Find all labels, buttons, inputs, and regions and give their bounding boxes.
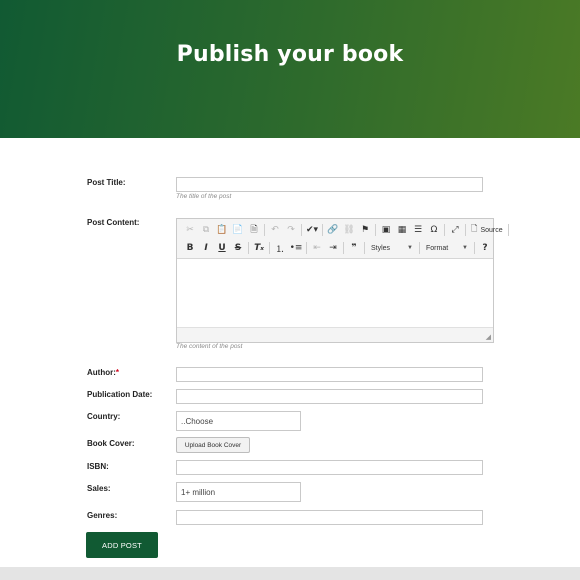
spellcheck-icon[interactable]: ✔▾ (304, 222, 320, 238)
author-label-text: Author: (87, 368, 116, 377)
page-title: Publish your book (176, 42, 404, 67)
toolbar-separator (301, 224, 302, 236)
post-content-label: Post Content: (87, 218, 140, 227)
image-icon[interactable]: ▣ (378, 222, 394, 238)
horizontal-line-icon[interactable]: ☰ (410, 222, 426, 238)
blockquote-icon[interactable]: ❞ (346, 240, 362, 256)
format-label: Format (426, 244, 449, 252)
anchor-flag-icon[interactable]: ⚑ (357, 222, 373, 238)
country-select[interactable]: ..Choose (176, 411, 301, 431)
toolbar-separator (264, 224, 265, 236)
genres-label: Genres: (87, 511, 118, 520)
toolbar-row-1: ✂ ⧉ 📋 📄 🗎 ↶ ↷ ✔▾ 🔗 ⛓ ⚑ ▣ ▦ ☰ Ω ⤢ 🗋 Sourc… (182, 222, 511, 238)
source-label: Source (480, 226, 503, 234)
author-label: Author:* (87, 368, 119, 377)
sales-select[interactable]: 1+ million (176, 482, 301, 502)
source-icon: 🗋 (471, 224, 478, 233)
paste-icon[interactable]: 📋 (214, 222, 230, 238)
upload-book-cover-button[interactable]: Upload Book Cover (176, 437, 250, 453)
chevron-down-icon: ▼ (407, 245, 413, 251)
cut-icon[interactable]: ✂ (182, 222, 198, 238)
genres-input[interactable] (176, 510, 483, 525)
rich-text-editor: ✂ ⧉ 📋 📄 🗎 ↶ ↷ ✔▾ 🔗 ⛓ ⚑ ▣ ▦ ☰ Ω ⤢ 🗋 Sourc… (176, 218, 509, 343)
maximize-icon[interactable]: ⤢ (447, 222, 463, 238)
format-dropdown[interactable]: Format ▼ (422, 241, 472, 255)
bulleted-list-icon[interactable]: •≡ (288, 240, 304, 256)
toolbar-separator (322, 224, 323, 236)
toolbar-separator (474, 242, 475, 254)
paste-text-icon[interactable]: 📄 (230, 222, 246, 238)
toolbar-separator (419, 242, 420, 254)
styles-dropdown[interactable]: Styles ▼ (367, 241, 417, 255)
source-button[interactable]: 🗋 Source (468, 222, 506, 238)
toolbar-separator (343, 242, 344, 254)
add-post-button[interactable]: ADD POST (86, 532, 158, 558)
undo-icon[interactable]: ↶ (267, 222, 283, 238)
sales-selected-value: 1+ million (181, 487, 216, 497)
copy-icon[interactable]: ⧉ (198, 222, 214, 238)
paste-word-icon[interactable]: 🗎 (246, 222, 262, 238)
special-char-icon[interactable]: Ω (426, 222, 442, 238)
post-title-input[interactable] (176, 177, 483, 192)
strikethrough-icon[interactable]: S (230, 240, 246, 256)
toolbar-separator (306, 242, 307, 254)
publication-date-input[interactable] (176, 389, 483, 404)
toolbar-separator (375, 224, 376, 236)
help-icon[interactable]: ? (477, 240, 493, 256)
chevron-down-icon: ▼ (462, 245, 468, 251)
page-footer-gap (0, 567, 580, 580)
editor-statusbar: ◢ (177, 327, 493, 342)
italic-icon[interactable]: I (198, 240, 214, 256)
toolbar-separator (364, 242, 365, 254)
remove-format-icon[interactable]: Tₓ (251, 240, 267, 256)
post-title-label: Post Title: (87, 178, 126, 187)
redo-icon[interactable]: ↷ (283, 222, 299, 238)
book-cover-label: Book Cover: (87, 439, 135, 448)
editor-content-area[interactable] (177, 259, 493, 327)
publication-date-label: Publication Date: (87, 390, 153, 399)
hero-banner: Publish your book (0, 0, 580, 138)
toolbar-separator (507, 224, 509, 236)
resize-grip-icon[interactable]: ◢ (486, 333, 491, 341)
country-selected-value: ..Choose (181, 416, 214, 426)
toolbar-separator (248, 242, 249, 254)
toolbar-separator (465, 224, 466, 236)
styles-label: Styles (371, 244, 391, 252)
isbn-label: ISBN: (87, 462, 109, 471)
unlink-icon[interactable]: ⛓ (341, 222, 357, 238)
editor-toolbar: ✂ ⧉ 📋 📄 🗎 ↶ ↷ ✔▾ 🔗 ⛓ ⚑ ▣ ▦ ☰ Ω ⤢ 🗋 Sourc… (177, 219, 509, 259)
bold-icon[interactable]: B (182, 240, 198, 256)
post-content-help: The content of the post (176, 343, 243, 350)
toolbar-row-2: B I U S Tₓ ⒈ •≡ ⇤ ⇥ ❞ Styles ▼ Format ▼ … (182, 240, 493, 256)
country-label: Country: (87, 412, 121, 421)
isbn-input[interactable] (176, 460, 483, 475)
outdent-icon[interactable]: ⇤ (309, 240, 325, 256)
numbered-list-icon[interactable]: ⒈ (272, 240, 288, 256)
post-form: Post Title: The title of the post Post C… (0, 138, 580, 567)
table-icon[interactable]: ▦ (394, 222, 410, 238)
post-title-help: The title of the post (176, 193, 232, 200)
toolbar-separator (269, 242, 270, 254)
link-icon[interactable]: 🔗 (325, 222, 341, 238)
required-mark: * (115, 368, 120, 377)
indent-icon[interactable]: ⇥ (325, 240, 341, 256)
toolbar-separator (444, 224, 445, 236)
author-input[interactable] (176, 367, 483, 382)
sales-label: Sales: (87, 484, 111, 493)
underline-icon[interactable]: U (214, 240, 230, 256)
